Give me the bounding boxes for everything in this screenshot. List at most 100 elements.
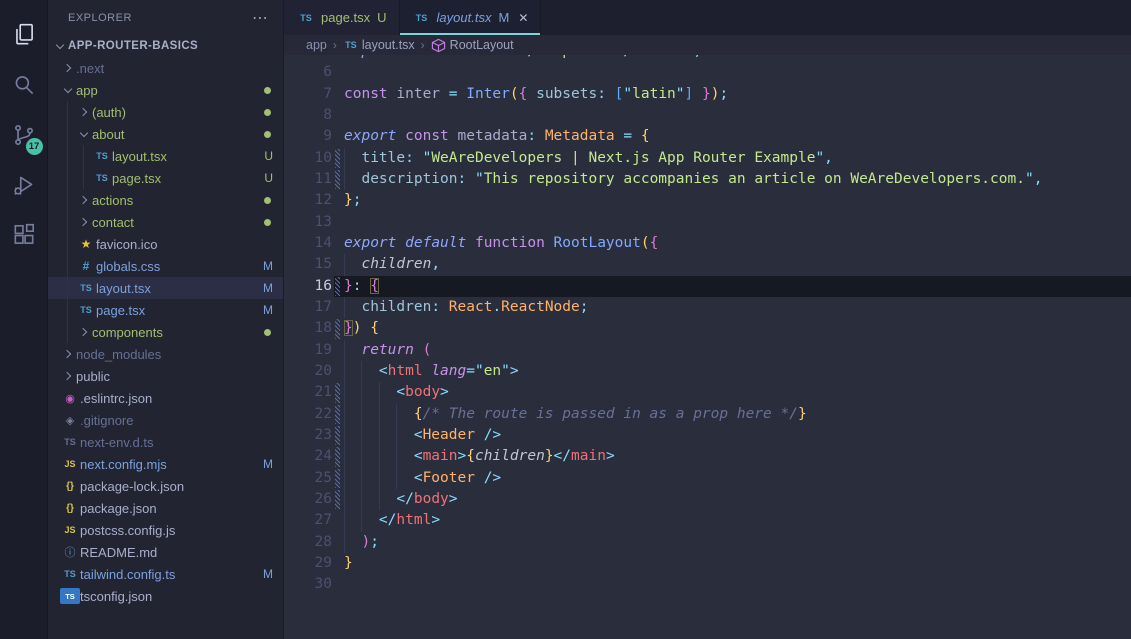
tree-indent-guide bbox=[67, 123, 68, 145]
code-text: title: "WeAreDevelopers | Next.js App Ro… bbox=[344, 148, 833, 169]
code-line-8[interactable]: 8 bbox=[284, 105, 1131, 126]
tree-item-README.md[interactable]: ⓘREADME.md bbox=[48, 541, 283, 563]
tree-item-app[interactable]: app bbox=[48, 79, 283, 101]
code-line-18[interactable]: 18}) { bbox=[284, 318, 1131, 339]
tree-item-next.config.mjs[interactable]: JSnext.config.mjsM bbox=[48, 453, 283, 475]
source-control-icon[interactable]: 17 bbox=[0, 110, 48, 160]
code-line-15[interactable]: 15 children, bbox=[284, 254, 1131, 275]
git-modified-gutter-mark bbox=[332, 276, 344, 297]
tree-item-label: contact bbox=[92, 215, 134, 230]
tree-item-tailwind.config.ts[interactable]: TStailwind.config.tsM bbox=[48, 563, 283, 585]
breadcrumb-file[interactable]: layout.tsx bbox=[362, 38, 415, 52]
code-line-25[interactable]: 25 <Footer /> bbox=[284, 468, 1131, 489]
ts-file-icon: TS bbox=[76, 302, 96, 318]
tree-item-page.tsx[interactable]: TSpage.tsxU bbox=[48, 167, 283, 189]
code-line-21[interactable]: 21 <body> bbox=[284, 382, 1131, 403]
code-line-13[interactable]: 13 bbox=[284, 212, 1131, 233]
git-modified-gutter-mark bbox=[332, 489, 344, 510]
code-line-16[interactable]: 16}: { bbox=[284, 276, 1131, 297]
typescript-file-icon: TS bbox=[296, 10, 316, 26]
code-text: ); bbox=[344, 532, 379, 553]
search-icon[interactable] bbox=[0, 60, 48, 110]
tab-page.tsx[interactable]: TSpage.tsxU bbox=[284, 0, 400, 35]
tree-item-layout.tsx[interactable]: TSlayout.tsxU bbox=[48, 145, 283, 167]
code-line-19[interactable]: 19 return ( bbox=[284, 340, 1131, 361]
tree-item-label: tsconfig.json bbox=[80, 589, 152, 604]
tree-item-label: globals.css bbox=[96, 259, 160, 274]
code-line-12[interactable]: 12}; bbox=[284, 190, 1131, 211]
breadcrumb-symbol[interactable]: RootLayout bbox=[450, 38, 514, 52]
info-file-icon: ⓘ bbox=[60, 544, 80, 560]
code-line-24[interactable]: 24 <main>{children}</main> bbox=[284, 446, 1131, 467]
code-line-23[interactable]: 23 <Header /> bbox=[284, 425, 1131, 446]
tree-item-page.tsx[interactable]: TSpage.tsxM bbox=[48, 299, 283, 321]
breadcrumb-separator: › bbox=[421, 38, 425, 52]
tree-item-package.json[interactable]: {}package.json bbox=[48, 497, 283, 519]
tab-layout.tsx[interactable]: TSlayout.tsxM✕ bbox=[400, 0, 542, 35]
code-line-9[interactable]: 9export const metadata: Metadata = { bbox=[284, 126, 1131, 147]
breadcrumb-separator: › bbox=[333, 38, 337, 52]
tree-item-globals.css[interactable]: #globals.cssM bbox=[48, 255, 283, 277]
gutter bbox=[332, 532, 344, 553]
close-tab-icon[interactable]: ✕ bbox=[518, 11, 528, 25]
code-text: }; bbox=[344, 190, 361, 211]
code-line-17[interactable]: 17 children: React.ReactNode; bbox=[284, 297, 1131, 318]
line-number: 20 bbox=[284, 361, 332, 382]
tree-item-favicon.ico[interactable]: ★favicon.ico bbox=[48, 233, 283, 255]
tree-item-contact[interactable]: contact bbox=[48, 211, 283, 233]
run-debug-icon[interactable] bbox=[0, 160, 48, 210]
tree-item-tsconfig.json[interactable]: TStsconfig.json bbox=[48, 585, 283, 607]
gutter bbox=[332, 297, 344, 318]
tree-item-postcss.config.js[interactable]: JSpostcss.config.js bbox=[48, 519, 283, 541]
tree-item-public[interactable]: public bbox=[48, 365, 283, 387]
tree-item-auth[interactable]: (auth) bbox=[48, 101, 283, 123]
breadcrumb-folder[interactable]: app bbox=[306, 38, 327, 52]
code-line-5[interactable]: 5import Footer from "./components/Footer… bbox=[284, 55, 1131, 62]
code-line-29[interactable]: 29} bbox=[284, 553, 1131, 574]
git-modified-gutter-mark bbox=[332, 468, 344, 489]
code-line-6[interactable]: 6 bbox=[284, 62, 1131, 83]
tree-item-.gitignore[interactable]: ◈.gitignore bbox=[48, 409, 283, 431]
tree-item-next-env.d.ts[interactable]: TSnext-env.d.ts bbox=[48, 431, 283, 453]
code-line-20[interactable]: 20 <html lang="en"> bbox=[284, 361, 1131, 382]
line-number: 18 bbox=[284, 318, 332, 339]
tree-item-label: actions bbox=[92, 193, 133, 208]
tree-item-.eslintrc.json[interactable]: ◉.eslintrc.json bbox=[48, 387, 283, 409]
code-line-27[interactable]: 27 </html> bbox=[284, 510, 1131, 531]
code-text: import Footer from "./components/Footer"… bbox=[344, 55, 702, 62]
code-line-11[interactable]: 11 description: "This repository accompa… bbox=[284, 169, 1131, 190]
code-lines: 5import Footer from "./components/Footer… bbox=[284, 55, 1131, 596]
tree-item-nodemodules[interactable]: node_modules bbox=[48, 343, 283, 365]
gutter bbox=[332, 340, 344, 361]
workspace-root-row[interactable]: APP-ROUTER-BASICS bbox=[48, 35, 283, 57]
tree-item-components[interactable]: components bbox=[48, 321, 283, 343]
tree-item-package-lock.json[interactable]: {}package-lock.json bbox=[48, 475, 283, 497]
code-line-22[interactable]: 22 {/* The route is passed in as a prop … bbox=[284, 404, 1131, 425]
tree-item-actions[interactable]: actions bbox=[48, 189, 283, 211]
git-status-badge: M bbox=[263, 281, 273, 295]
code-line-28[interactable]: 28 ); bbox=[284, 532, 1131, 553]
line-number: 28 bbox=[284, 532, 332, 553]
code-line-14[interactable]: 14export default function RootLayout({ bbox=[284, 233, 1131, 254]
code-line-10[interactable]: 10 title: "WeAreDevelopers | Next.js App… bbox=[284, 148, 1131, 169]
code-line-26[interactable]: 26 </body> bbox=[284, 489, 1131, 510]
code-line-7[interactable]: 7const inter = Inter({ subsets: ["latin"… bbox=[284, 84, 1131, 105]
tree-item-.next[interactable]: .next bbox=[48, 57, 283, 79]
explorer-more-actions-icon[interactable]: ⋯ bbox=[252, 8, 269, 28]
line-number: 21 bbox=[284, 382, 332, 403]
gutter bbox=[332, 55, 344, 62]
code-text: <main>{children}</main> bbox=[344, 446, 615, 467]
gutter bbox=[332, 62, 344, 83]
js-file-icon: JS bbox=[60, 522, 80, 538]
git-modified-gutter-mark bbox=[332, 425, 344, 446]
code-line-30[interactable]: 30 bbox=[284, 574, 1131, 595]
explorer-icon[interactable] bbox=[0, 10, 48, 60]
git-changes-dot-badge bbox=[264, 109, 271, 116]
explorer-sidebar: EXPLORER ⋯ APP-ROUTER-BASICS .nextapp(au… bbox=[48, 0, 284, 639]
ts-gray-file-icon: TS bbox=[60, 434, 80, 450]
tree-item-layout.tsx[interactable]: TSlayout.tsxM bbox=[48, 277, 283, 299]
workspace-root-label: APP-ROUTER-BASICS bbox=[68, 40, 198, 52]
tree-item-about[interactable]: about bbox=[48, 123, 283, 145]
extensions-icon[interactable] bbox=[0, 210, 48, 260]
code-editor[interactable]: 5import Footer from "./components/Footer… bbox=[284, 55, 1131, 639]
